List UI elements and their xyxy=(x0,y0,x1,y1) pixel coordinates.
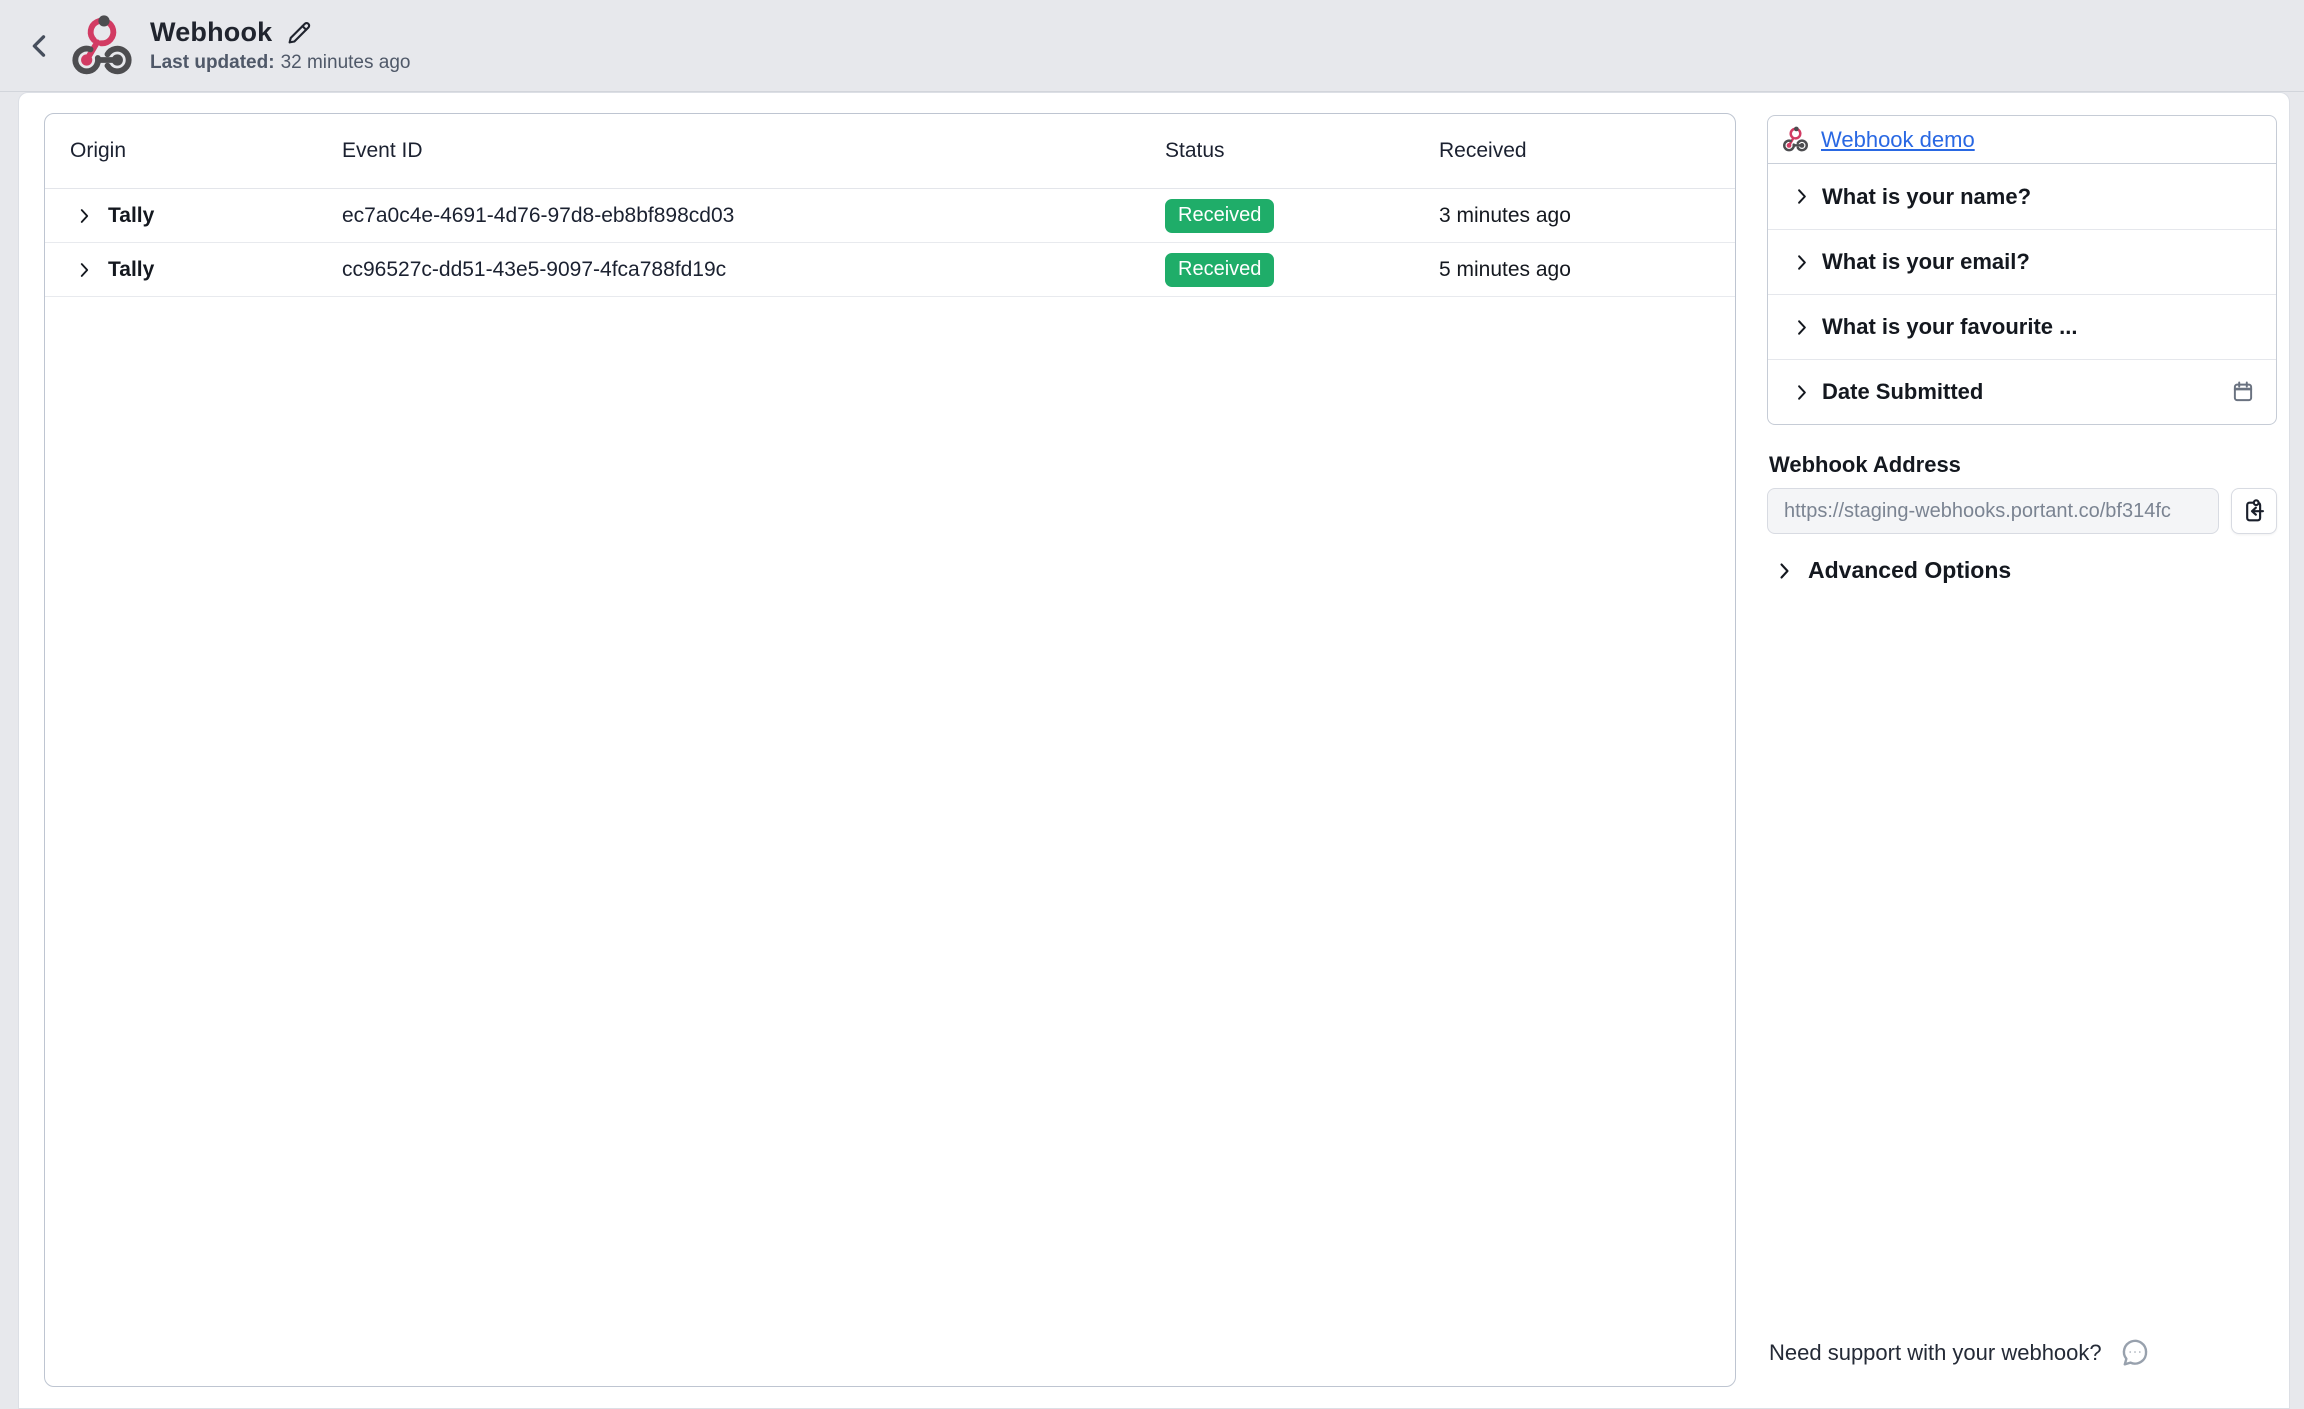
support-text: Need support with your webhook? xyxy=(1769,1340,2102,1366)
chevron-right-icon xyxy=(1790,251,1813,274)
expand-chevron-icon[interactable] xyxy=(73,259,95,281)
back-button[interactable] xyxy=(18,24,62,68)
support-row: Need support with your webhook? xyxy=(1769,1336,2152,1370)
main-panel: Origin Event ID Status Received Tally ec… xyxy=(18,92,2290,1409)
field-label: What is your favourite ... xyxy=(1822,314,2077,340)
clipboard-copy-icon xyxy=(2241,498,2268,525)
field-row-favourite[interactable]: What is your favourite ... xyxy=(1768,294,2276,359)
column-header-event-id: Event ID xyxy=(342,139,1165,163)
calendar-icon xyxy=(2230,379,2256,405)
last-updated-value: 32 minutes ago xyxy=(281,52,411,73)
field-row-name[interactable]: What is your name? xyxy=(1768,164,2276,229)
origin-cell: Tally xyxy=(108,204,154,228)
event-id-cell: ec7a0c4e-4691-4d76-97d8-eb8bf898cd03 xyxy=(342,204,1165,228)
status-badge: Received xyxy=(1165,253,1274,287)
page-title: Webhook xyxy=(150,17,272,48)
table-row[interactable]: Tally cc96527c-dd51-43e5-9097-4fca788fd1… xyxy=(45,243,1735,297)
chevron-right-icon xyxy=(1772,559,1796,583)
expand-chevron-icon[interactable] xyxy=(73,205,95,227)
webhook-logo-icon xyxy=(70,14,134,78)
field-row-email[interactable]: What is your email? xyxy=(1768,229,2276,294)
support-chat-button[interactable] xyxy=(2118,1336,2152,1370)
column-header-origin: Origin xyxy=(70,139,342,163)
chat-bubble-icon xyxy=(2118,1336,2152,1370)
origin-cell: Tally xyxy=(108,258,154,282)
field-label: What is your name? xyxy=(1822,184,2031,210)
app-header: Webhook Last updated: 32 minutes ago xyxy=(0,0,2304,92)
chevron-left-icon xyxy=(23,29,57,63)
chevron-right-icon xyxy=(1790,185,1813,208)
sidebar: Webhook demo What is your name? What is … xyxy=(1767,115,2277,1396)
source-form-row: Webhook demo xyxy=(1768,116,2276,164)
received-cell: 5 minutes ago xyxy=(1439,258,1735,282)
form-fields-panel: Webhook demo What is your name? What is … xyxy=(1767,115,2277,425)
webhook-demo-link[interactable]: Webhook demo xyxy=(1821,127,1975,153)
advanced-options-label: Advanced Options xyxy=(1808,557,2011,584)
last-updated: Last updated: 32 minutes ago xyxy=(150,52,410,74)
table-row[interactable]: Tally ec7a0c4e-4691-4d76-97d8-eb8bf898cd… xyxy=(45,189,1735,243)
webhook-address-input[interactable] xyxy=(1767,488,2219,534)
table-header-row: Origin Event ID Status Received xyxy=(45,114,1735,189)
received-cell: 3 minutes ago xyxy=(1439,204,1735,228)
status-badge: Received xyxy=(1165,199,1274,233)
field-label: Date Submitted xyxy=(1822,379,1983,405)
last-updated-label: Last updated: xyxy=(150,52,275,73)
chevron-right-icon xyxy=(1790,316,1813,339)
copy-address-button[interactable] xyxy=(2231,488,2277,534)
advanced-options-toggle[interactable]: Advanced Options xyxy=(1772,557,2011,584)
webhook-small-icon xyxy=(1782,126,1809,153)
column-header-received: Received xyxy=(1439,139,1735,163)
webhook-address-label: Webhook Address xyxy=(1769,452,1961,478)
edit-pencil-icon[interactable] xyxy=(284,18,314,48)
column-header-status: Status xyxy=(1165,139,1439,163)
field-row-date-submitted[interactable]: Date Submitted xyxy=(1768,359,2276,424)
field-label: What is your email? xyxy=(1822,249,2030,275)
event-id-cell: cc96527c-dd51-43e5-9097-4fca788fd19c xyxy=(342,258,1165,282)
chevron-right-icon xyxy=(1790,381,1813,404)
events-table: Origin Event ID Status Received Tally ec… xyxy=(44,113,1736,1387)
